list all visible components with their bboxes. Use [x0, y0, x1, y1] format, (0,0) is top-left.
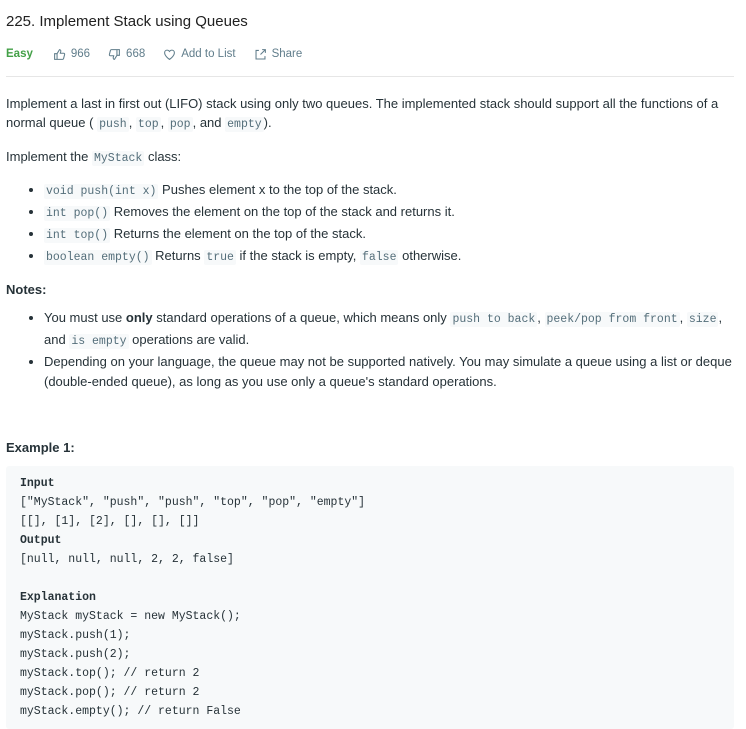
code-size: size	[686, 312, 719, 327]
description-paragraph: Implement a last in first out (LIFO) sta…	[6, 96, 719, 132]
list-item: boolean empty() Returns true if the stac…	[44, 246, 734, 268]
example-code-block: Input ["MyStack", "push", "push", "top",…	[6, 466, 734, 729]
heart-icon	[164, 49, 176, 60]
input-line: [[], [1], [2], [], [], []]	[20, 515, 200, 528]
method-signature: boolean empty()	[44, 250, 152, 265]
note-text-end: operations are valid.	[132, 332, 250, 347]
explanation-line: myStack.push(1);	[20, 629, 131, 642]
add-to-list-label: Add to List	[181, 48, 236, 60]
class-end: class:	[147, 149, 182, 164]
input-line: ["MyStack", "push", "push", "top", "pop"…	[20, 496, 366, 509]
code-push: push	[97, 117, 129, 132]
share-button[interactable]: Share	[254, 48, 303, 61]
output-line: [null, null, null, 2, 2, false]	[20, 553, 234, 566]
problem-meta-bar: Easy 966 668 Add to List Share	[6, 43, 734, 65]
difficulty-badge: Easy	[6, 48, 33, 60]
explanation-line: myStack.pop(); // return 2	[20, 686, 200, 699]
share-icon	[255, 48, 266, 59]
problem-description: Implement a last in first out (LIFO) sta…	[6, 94, 734, 268]
explanation-line: MyStack myStack = new MyStack();	[20, 610, 241, 623]
code-push-to-back: push to back	[450, 312, 538, 327]
thumbs-up-icon	[53, 48, 66, 60]
method-description: Returns the element on the top of the st…	[113, 226, 366, 241]
list-item: Depending on your language, the queue ma…	[44, 352, 734, 392]
code-mystack: MyStack	[92, 151, 145, 166]
method-signature: int pop()	[44, 206, 111, 221]
add-to-list-button[interactable]: Add to List	[163, 48, 236, 61]
note-bold: only	[125, 310, 153, 325]
example-heading: Example 1:	[6, 440, 75, 455]
method-description: Pushes element x to the top of the stack…	[162, 182, 397, 197]
description-and: , and	[192, 115, 222, 130]
explanation-label: Explanation	[20, 591, 96, 604]
method-description-end: otherwise.	[402, 248, 462, 263]
like-button[interactable]: 966	[53, 48, 90, 61]
explanation-line: myStack.top(); // return 2	[20, 667, 200, 680]
method-description: Removes the element on the top of the st…	[113, 204, 455, 219]
problem-panel: 225. Implement Stack using Queues Easy 9…	[0, 0, 746, 729]
dislike-count: 668	[126, 48, 146, 60]
class-paragraph: Implement the MyStack class:	[6, 147, 734, 168]
note-text: standard operations of a queue, which me…	[156, 310, 447, 325]
note-text: You must use	[44, 310, 123, 325]
like-count: 966	[70, 48, 91, 60]
output-label: Output	[20, 534, 62, 547]
note-text: Depending on your language, the queue ma…	[44, 354, 732, 389]
explanation-line: myStack.empty(); // return False	[20, 705, 241, 718]
code-false: false	[359, 250, 399, 265]
code-true: true	[204, 250, 236, 265]
method-description-mid: if the stack is empty,	[239, 248, 357, 263]
code-peek-pop: peek/pop from front	[544, 312, 680, 327]
problem-title: 225. Implement Stack using Queues	[6, 13, 248, 30]
description-end: ).	[263, 115, 272, 130]
dislike-button[interactable]: 668	[108, 48, 145, 61]
code-top: top	[135, 117, 161, 132]
method-description: Returns	[155, 248, 201, 263]
list-item: int top() Returns the element on the top…	[44, 224, 734, 246]
code-pop: pop	[167, 117, 193, 132]
divider	[6, 76, 734, 77]
methods-list: void push(int x) Pushes element x to the…	[6, 180, 734, 268]
input-label: Input	[20, 477, 55, 490]
notes-heading: Notes:	[6, 282, 47, 297]
code-is-empty: is empty	[69, 334, 129, 349]
method-signature: int top()	[44, 228, 111, 243]
thumbs-down-icon	[108, 48, 120, 60]
code-empty: empty	[225, 117, 264, 132]
method-signature: void push(int x)	[44, 184, 159, 199]
notes-list: You must use only standard operations of…	[6, 308, 734, 392]
list-item: You must use only standard operations of…	[44, 308, 734, 352]
class-text: Implement the	[6, 149, 89, 164]
explanation-line: myStack.push(2);	[20, 648, 131, 661]
list-item: int pop() Removes the element on the top…	[44, 202, 734, 224]
list-item: void push(int x) Pushes element x to the…	[44, 180, 734, 202]
share-label: Share	[271, 48, 303, 60]
